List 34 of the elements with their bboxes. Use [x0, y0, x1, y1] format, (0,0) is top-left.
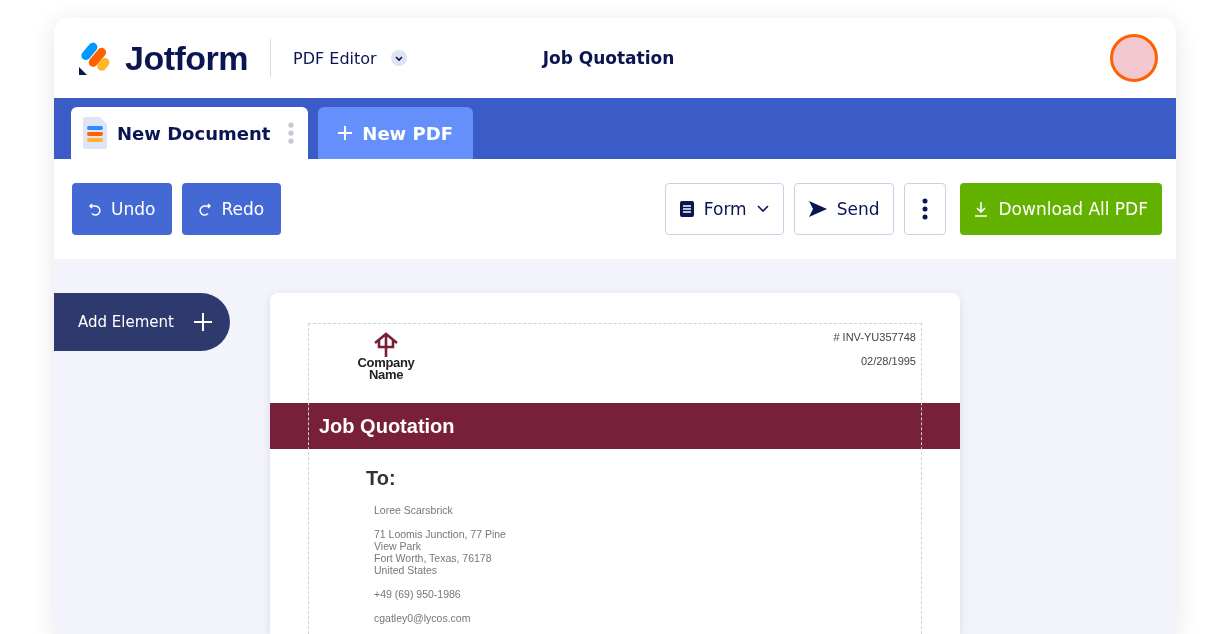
logo-icon [79, 41, 111, 75]
undo-icon [89, 202, 101, 216]
document-icon [83, 117, 107, 149]
plus-icon [338, 126, 353, 140]
form-button[interactable]: Form [664, 183, 784, 235]
form-icon [679, 201, 694, 217]
recipient-phone: +49 (69) 950-1986 [373, 588, 461, 600]
house-logo-icon [373, 331, 399, 357]
document-title: Job Quotation [542, 48, 675, 68]
more-icon [922, 198, 929, 220]
more-icon[interactable] [288, 122, 295, 144]
invoice-number: # INV-YU357748 [833, 331, 916, 343]
add-element-button[interactable]: Add Element [54, 293, 230, 351]
company-name: Company Name [357, 357, 415, 381]
send-button[interactable]: Send [793, 183, 895, 235]
product-dropdown[interactable]: PDF Editor [293, 48, 407, 68]
send-icon [808, 201, 827, 217]
invoice-date: 02/28/1995 [860, 355, 916, 367]
more-button[interactable] [904, 183, 947, 235]
document-heading: Job Quotation [319, 414, 455, 438]
avatar[interactable] [1110, 34, 1158, 82]
redo-button[interactable]: Redo [182, 183, 282, 235]
undo-button[interactable]: Undo [72, 183, 173, 235]
brand-name: Jotform [125, 38, 249, 78]
chevron-down-icon [756, 205, 769, 213]
to-label: To: [366, 467, 396, 490]
chevron-down-icon [390, 50, 407, 66]
recipient-email: cgatley0@lycos.com [373, 612, 471, 624]
tab[interactable]: New Document [71, 107, 309, 159]
download-icon [974, 201, 989, 217]
recipient-address: 71 Loomis Junction, 77 Pine View Park Fort Worth, Texas, 76178 United States [373, 528, 506, 576]
plus-icon [193, 313, 212, 331]
recipient-name: Loree Scarsbrick [373, 504, 453, 516]
redo-icon [199, 202, 212, 216]
